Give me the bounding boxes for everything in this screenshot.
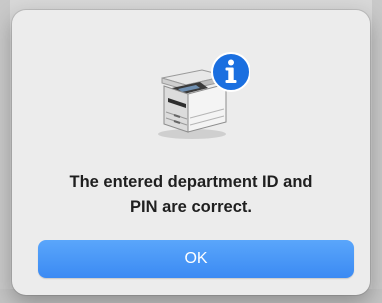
background-left-edge	[0, 0, 10, 303]
message-line-1: The entered department ID and	[69, 173, 313, 191]
background-right-edge	[372, 0, 382, 303]
message-line-2: PIN are correct.	[130, 198, 252, 216]
printer-icon	[158, 52, 251, 139]
ok-button[interactable]: OK	[38, 240, 354, 278]
printer-info-icon	[152, 48, 251, 148]
dialog-message: The entered department ID and PIN are co…	[32, 170, 350, 220]
alert-dialog: The entered department ID and PIN are co…	[12, 10, 370, 295]
